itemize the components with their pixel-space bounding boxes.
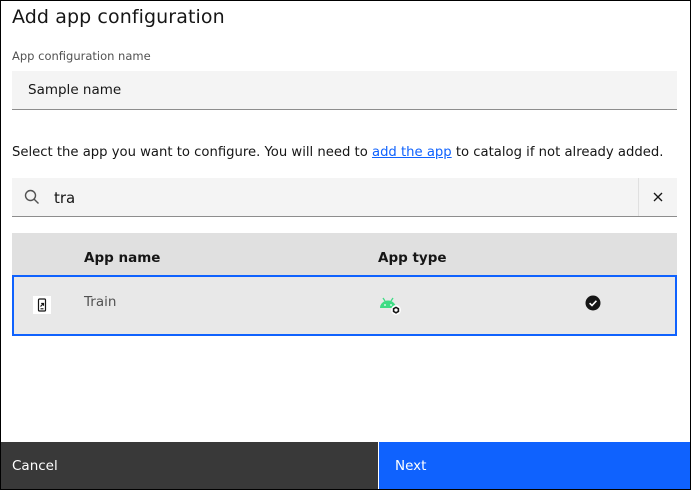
header-app-type: App type (378, 250, 447, 266)
next-button[interactable]: Next (379, 442, 690, 489)
header-app-name: App name (84, 250, 161, 266)
apps-table: App name App type Train (12, 233, 677, 336)
instructions-text: Select the app you want to configure. Yo… (12, 145, 663, 160)
close-icon (653, 192, 663, 202)
modal-footer: Cancel Next (1, 442, 690, 489)
add-the-app-link[interactable]: add the app (372, 145, 452, 160)
app-search (12, 178, 677, 218)
android-icon (378, 296, 404, 318)
modal-title: Add app configuration (12, 6, 225, 28)
table-row[interactable]: Train (12, 275, 677, 336)
config-name-label: App configuration name (12, 49, 151, 63)
instructions-text-after: to catalog if not already added. (451, 145, 664, 160)
table-header: App name App type (12, 233, 677, 275)
config-name-input[interactable] (12, 71, 677, 110)
instructions-text-before: Select the app you want to configure. Yo… (12, 145, 372, 160)
add-app-configuration-modal: Add app configuration App configuration … (0, 0, 691, 490)
search-icon (24, 189, 40, 205)
cancel-button[interactable]: Cancel (1, 442, 378, 489)
search-input[interactable] (52, 178, 636, 218)
mobile-app-icon (33, 296, 51, 314)
clear-search-button[interactable] (638, 178, 677, 216)
app-name-cell: Train (84, 294, 117, 310)
checkmark-filled-icon (585, 295, 601, 311)
